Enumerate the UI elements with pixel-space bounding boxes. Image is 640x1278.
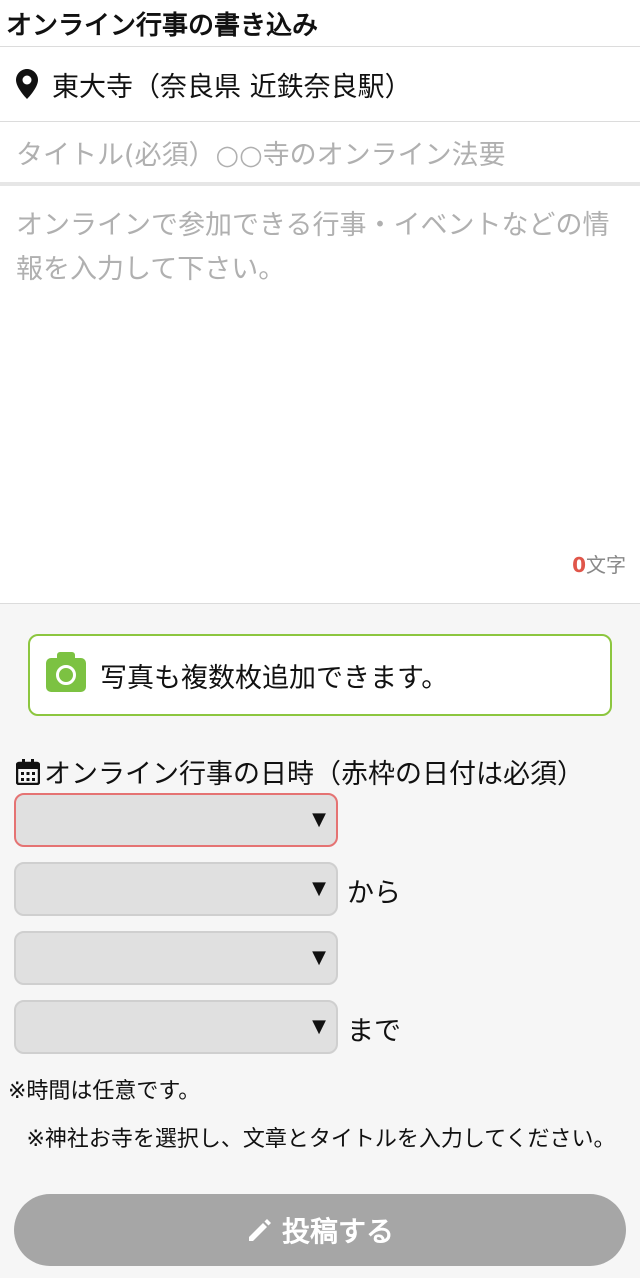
title-placeholder: タイトル(必須）○○寺のオンライン法要 [16, 139, 506, 171]
map-pin-icon [16, 69, 38, 99]
chevron-down-icon: ▼ [312, 878, 326, 899]
location-text: 東大寺（奈良県 近鉄奈良駅） [52, 71, 412, 103]
datetime-label: オンライン行事の日時（赤枠の日付は必須） [16, 752, 584, 791]
calendar-icon [16, 758, 40, 785]
page-title: オンライン行事の書き込み [0, 0, 640, 47]
page-title-text: オンライン行事の書き込み [6, 10, 319, 41]
end-time-select[interactable]: ▼ [14, 1000, 338, 1054]
body-placeholder: オンラインで参加できる行事・イベントなどの情報を入力して下さい。 [16, 210, 610, 285]
body-textarea[interactable]: オンラインで参加できる行事・イベントなどの情報を入力して下さい。 0文字 [0, 186, 640, 604]
chevron-down-icon: ▼ [312, 809, 326, 830]
add-photo-button[interactable]: 写真も複数枚追加できます。 [28, 634, 612, 716]
pencil-icon [248, 1219, 271, 1241]
until-label: まで [347, 1016, 401, 1047]
location-row[interactable]: 東大寺（奈良県 近鉄奈良駅） [0, 47, 640, 122]
title-input[interactable]: タイトル(必須）○○寺のオンライン法要 [0, 122, 640, 186]
char-counter: 0文字 [572, 543, 626, 587]
char-unit: 文字 [586, 553, 626, 577]
from-label: から [347, 878, 401, 909]
add-photo-label: 写真も複数枚追加できます。 [100, 662, 449, 694]
datetime-label-text: オンライン行事の日時（赤枠の日付は必須） [44, 759, 584, 790]
submit-button[interactable]: 投稿する [14, 1194, 626, 1266]
end-date-select[interactable]: ▼ [14, 931, 338, 985]
instruction-note: ※神社お寺を選択し、文章とタイトルを入力してください。 [26, 1127, 616, 1152]
submit-label: 投稿する [281, 1215, 394, 1248]
time-optional-note: ※時間は任意です。 [8, 1079, 201, 1104]
char-count: 0 [572, 553, 586, 577]
chevron-down-icon: ▼ [312, 947, 326, 968]
start-time-select[interactable]: ▼ [14, 862, 338, 916]
chevron-down-icon: ▼ [312, 1016, 326, 1037]
start-date-select[interactable]: ▼ [14, 793, 338, 847]
camera-icon [46, 652, 86, 692]
